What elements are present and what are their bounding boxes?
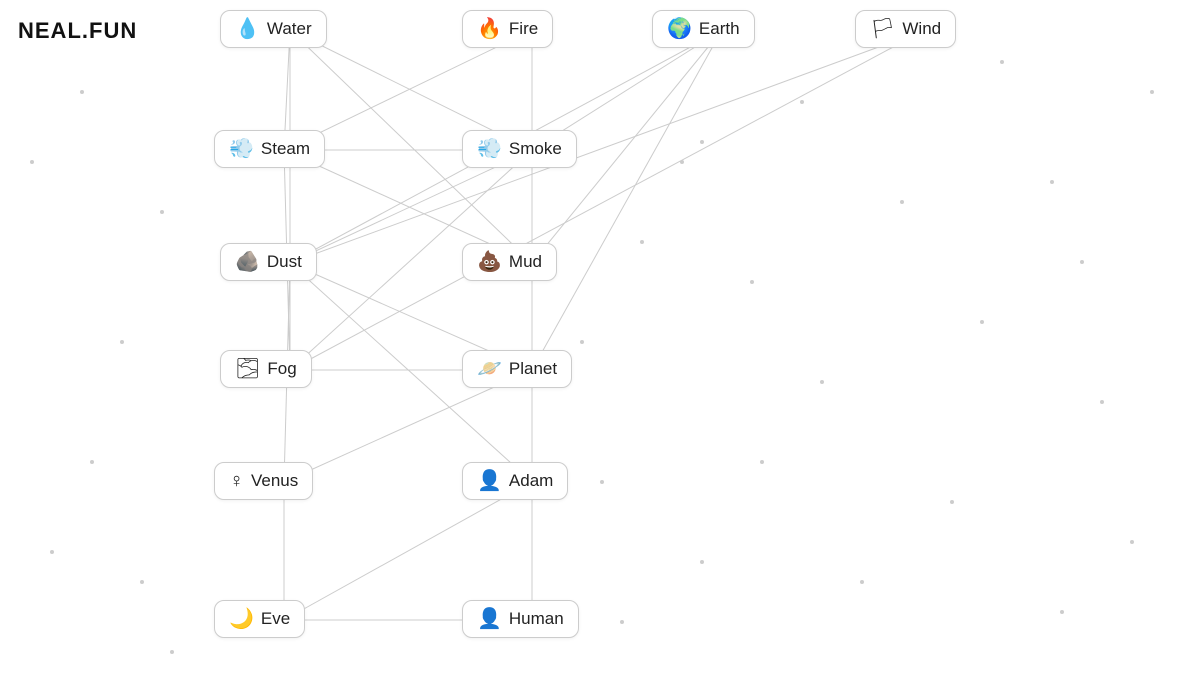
node-water[interactable]: 💧 Water — [220, 10, 327, 48]
node-fire[interactable]: 🔥 Fire — [462, 10, 553, 48]
label-earth: Earth — [699, 19, 740, 39]
label-planet: Planet — [509, 359, 557, 379]
background-dot — [600, 480, 604, 484]
icon-mud: 💩 — [477, 252, 502, 272]
background-dot — [1050, 180, 1054, 184]
background-dot — [1100, 400, 1104, 404]
node-dust[interactable]: 🪨 Dust — [220, 243, 317, 281]
icon-wind: 🏳 — [870, 19, 895, 39]
background-dot — [170, 650, 174, 654]
background-dot — [1150, 90, 1154, 94]
node-earth[interactable]: 🌍 Earth — [652, 10, 755, 48]
label-eve: Eve — [261, 609, 290, 629]
background-dot — [900, 200, 904, 204]
icon-human: 👤 — [477, 609, 502, 629]
background-dot — [50, 550, 54, 554]
node-steam[interactable]: 💨 Steam — [214, 130, 325, 168]
node-smoke[interactable]: 💨 Smoke — [462, 130, 577, 168]
background-dot — [30, 160, 34, 164]
connection-wind-dust — [290, 30, 925, 263]
icon-smoke: 💨 — [477, 139, 502, 159]
icon-venus: ♀ — [229, 471, 244, 491]
icon-planet: 🪐 — [477, 359, 502, 379]
background-dot — [80, 90, 84, 94]
connection-earth-planet — [532, 30, 722, 370]
background-dot — [700, 560, 704, 564]
icon-fire: 🔥 — [477, 19, 502, 39]
label-human: Human — [509, 609, 564, 629]
node-planet[interactable]: 🪐 Planet — [462, 350, 572, 388]
icon-fog: 🌫 — [235, 359, 260, 379]
background-dot — [620, 620, 624, 624]
icon-earth: 🌍 — [667, 19, 692, 39]
label-steam: Steam — [261, 139, 310, 159]
label-adam: Adam — [509, 471, 553, 491]
label-dust: Dust — [267, 252, 302, 272]
connections-svg — [0, 0, 1200, 675]
background-dot — [700, 140, 704, 144]
label-fire: Fire — [509, 19, 538, 39]
background-dot — [160, 210, 164, 214]
node-fog[interactable]: 🌫 Fog — [220, 350, 312, 388]
background-dot — [1130, 540, 1134, 544]
icon-water: 💧 — [235, 19, 260, 39]
logo: NEAL.FUN — [18, 18, 137, 44]
background-dot — [680, 160, 684, 164]
background-dot — [980, 320, 984, 324]
icon-adam: 👤 — [477, 471, 502, 491]
background-dot — [640, 240, 644, 244]
connection-wind-fog — [290, 30, 925, 370]
node-venus[interactable]: ♀ Venus — [214, 462, 313, 500]
background-dot — [1000, 60, 1004, 64]
label-wind: Wind — [902, 19, 941, 39]
background-dot — [90, 460, 94, 464]
node-adam[interactable]: 👤 Adam — [462, 462, 568, 500]
label-smoke: Smoke — [509, 139, 562, 159]
background-dot — [120, 340, 124, 344]
background-dot — [800, 100, 804, 104]
node-wind[interactable]: 🏳 Wind — [855, 10, 956, 48]
background-dot — [1060, 610, 1064, 614]
label-mud: Mud — [509, 252, 542, 272]
background-dot — [140, 580, 144, 584]
icon-dust: 🪨 — [235, 252, 260, 272]
background-dot — [760, 460, 764, 464]
node-eve[interactable]: 🌙 Eve — [214, 600, 305, 638]
node-human[interactable]: 👤 Human — [462, 600, 579, 638]
background-dot — [860, 580, 864, 584]
icon-steam: 💨 — [229, 139, 254, 159]
background-dot — [820, 380, 824, 384]
icon-eve: 🌙 — [229, 609, 254, 629]
label-water: Water — [267, 19, 312, 39]
label-fog: Fog — [267, 359, 296, 379]
label-venus: Venus — [251, 471, 298, 491]
background-dot — [750, 280, 754, 284]
node-mud[interactable]: 💩 Mud — [462, 243, 557, 281]
background-dot — [950, 500, 954, 504]
background-dot — [1080, 260, 1084, 264]
background-dot — [580, 340, 584, 344]
